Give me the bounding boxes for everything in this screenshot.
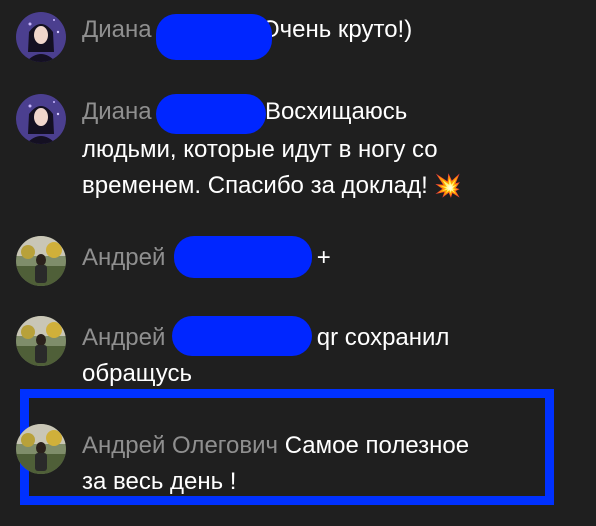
redaction-mark (172, 316, 312, 356)
message-body: + (316, 244, 331, 271)
message-body-line-3: временем. Спасибо за доклад! (82, 172, 428, 199)
message-text-continued: людьми, которые идут в ногу со временем.… (82, 132, 552, 204)
message-body-line-1: Восхищаюсь (264, 98, 408, 125)
redaction-mark (156, 94, 266, 134)
collision-emoji-icon: 💥 (434, 173, 462, 198)
author-name[interactable]: Андрей Олегович (82, 432, 278, 459)
message-body-line-2: людьми, которые идут в ногу со (82, 136, 438, 163)
message-text: Андрей + (82, 240, 552, 276)
avatar[interactable] (16, 12, 66, 62)
redaction-mark (174, 236, 312, 278)
message-text: Диана Очень круто!) (82, 12, 552, 48)
message-text: Андрей qr сохранил обращусь (82, 320, 552, 392)
message-body: Очень круто!) (260, 16, 413, 43)
author-name[interactable]: Андрей (82, 244, 165, 271)
avatar[interactable] (16, 236, 66, 286)
avatar[interactable] (16, 424, 66, 474)
author-name[interactable]: Диана (82, 98, 152, 125)
avatar[interactable] (16, 94, 66, 144)
message-body-line-1: qr сохранил (316, 324, 450, 351)
message-body-line-2: обращусь (82, 360, 193, 387)
message-text: Диана Восхищаюсь (82, 94, 552, 130)
message-body-line-2: за весь день ! (82, 468, 237, 495)
author-name[interactable]: Андрей (82, 324, 165, 351)
redaction-mark (156, 14, 272, 60)
message-body-line-1: Самое полезное (284, 432, 470, 459)
message-text: Андрей Олегович Самое полезное за весь д… (82, 428, 552, 500)
avatar[interactable] (16, 316, 66, 366)
author-name[interactable]: Диана (82, 16, 152, 43)
